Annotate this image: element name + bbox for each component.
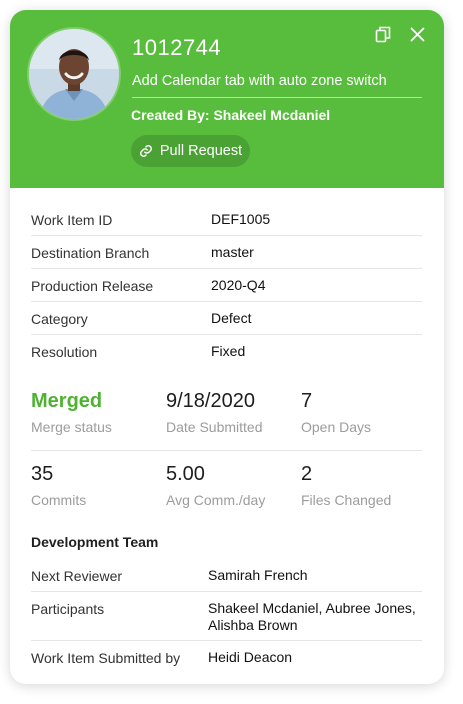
stat-caption: Date Submitted: [166, 419, 263, 435]
header-divider: [132, 97, 422, 98]
stats-grid: Merged Merge status 9/18/2020 Date Submi…: [31, 390, 422, 523]
work-item-summary: Add Calendar tab with auto zone switch: [132, 73, 387, 89]
detail-row: Destination Branch master: [31, 236, 422, 269]
detail-value: Fixed: [211, 343, 246, 359]
team-label: Participants: [31, 601, 105, 617]
stat-value: 7: [301, 390, 313, 412]
stat-value: 2: [301, 463, 313, 485]
detail-label: Production Release: [31, 278, 154, 294]
stat-commits: 35 Commits: [31, 463, 86, 508]
team-label: Next Reviewer: [31, 568, 123, 584]
stat-caption: Avg Comm./day: [166, 492, 266, 508]
stat-value: 35: [31, 463, 54, 485]
detail-value: master: [211, 244, 254, 260]
detail-value: DEF1005: [211, 211, 271, 227]
created-by: Created By: Shakeel Mcdaniel: [131, 107, 331, 123]
stats-row: 35 Commits 5.00 Avg Comm./day 2 Files Ch…: [31, 463, 422, 523]
stat-date-submitted: 9/18/2020 Date Submitted: [166, 390, 263, 435]
stat-caption: Open Days: [301, 419, 372, 435]
stat-avg-commits: 5.00 Avg Comm./day: [166, 463, 265, 508]
team-list: Next Reviewer Samirah French Participant…: [31, 559, 422, 673]
avatar: [29, 29, 119, 119]
team-row: Participants Shakeel Mcdaniel, Aubree Jo…: [31, 592, 422, 641]
team-value: Heidi Deacon: [208, 649, 293, 665]
detail-row: Production Release 2020-Q4: [31, 269, 422, 302]
team-label: Work Item Submitted by: [31, 650, 181, 666]
development-team-title: Development Team: [31, 534, 159, 550]
detail-label: Resolution: [31, 344, 98, 360]
team-row: Work Item Submitted by Heidi Deacon: [31, 641, 422, 673]
pull-request-button[interactable]: Pull Request: [131, 135, 250, 167]
team-row: Next Reviewer Samirah French: [31, 559, 422, 592]
detail-value: Defect: [211, 310, 252, 326]
team-value: Samirah French: [208, 567, 308, 583]
stats-row: Merged Merge status 9/18/2020 Date Submi…: [31, 390, 422, 451]
work-item-number: 1012744: [132, 35, 222, 60]
work-item-card: 1012744 Add Calendar tab with auto zone …: [10, 10, 444, 684]
stat-caption: Commits: [31, 492, 87, 508]
team-value: Shakeel Mcdaniel, Aubree Jones, Alishba …: [208, 600, 416, 633]
detail-label: Destination Branch: [31, 245, 150, 261]
detail-value: 2020-Q4: [211, 277, 266, 293]
stat-value: 9/18/2020: [166, 390, 255, 412]
link-icon: [139, 144, 153, 158]
pull-request-label: Pull Request: [159, 143, 243, 159]
close-icon[interactable]: [407, 24, 427, 44]
card-header: 1012744 Add Calendar tab with auto zone …: [10, 10, 444, 188]
detail-label: Category: [31, 311, 88, 327]
detail-label: Work Item ID: [31, 212, 113, 228]
stat-caption: Merge status: [31, 419, 112, 435]
detail-row: Work Item ID DEF1005: [31, 203, 422, 236]
stat-value: Merged: [31, 390, 103, 412]
stat-caption: Files Changed: [301, 492, 392, 508]
detail-row: Category Defect: [31, 302, 422, 335]
copy-icon[interactable]: [373, 24, 393, 44]
detail-row: Resolution Fixed: [31, 335, 422, 367]
details-list: Work Item ID DEF1005 Destination Branch …: [31, 203, 422, 367]
stat-value: 5.00: [166, 463, 205, 485]
stat-open-days: 7 Open Days: [301, 390, 371, 435]
stat-files-changed: 2 Files Changed: [301, 463, 391, 508]
stat-merge-status: Merged Merge status: [31, 390, 112, 435]
